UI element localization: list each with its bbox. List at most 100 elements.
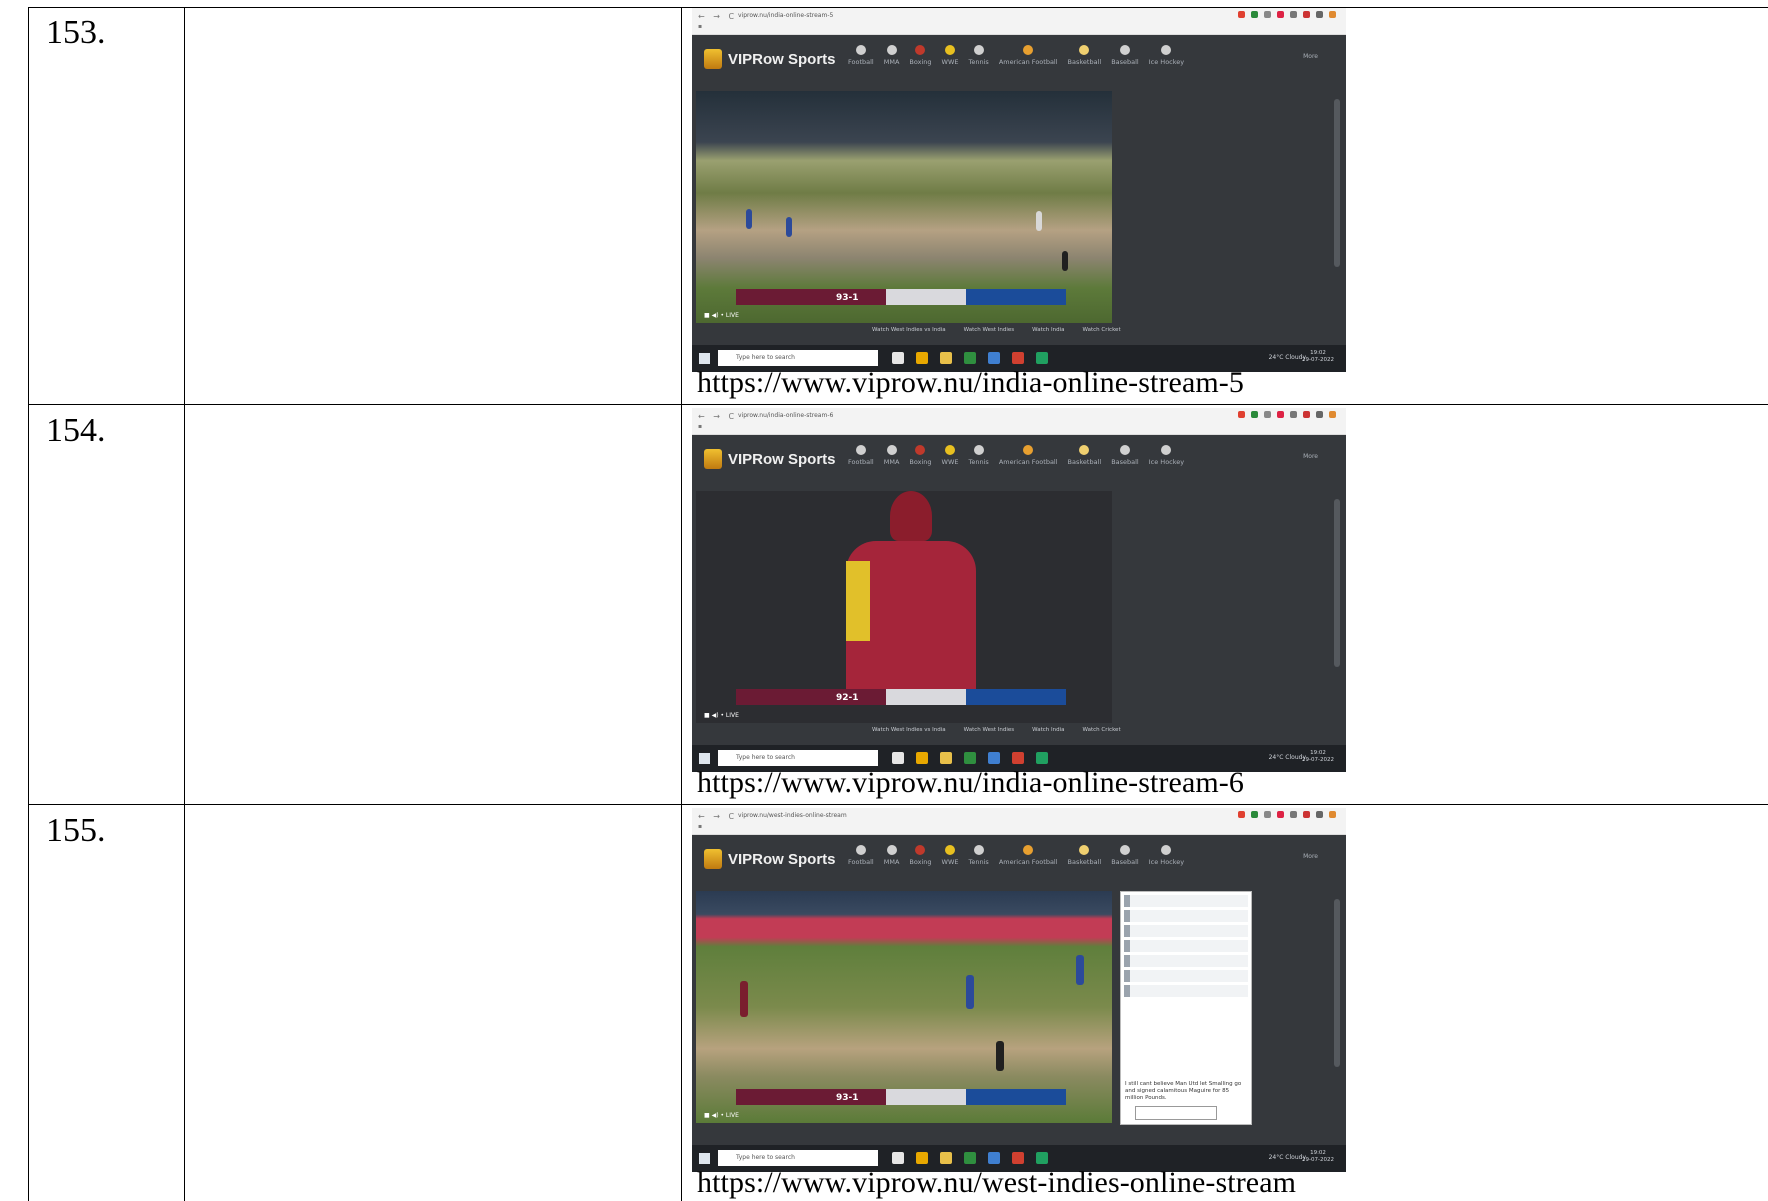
bottom-link[interactable]: Watch West Indies vs India — [872, 727, 946, 733]
fielder-figure — [966, 975, 974, 1009]
menu-item-american-football[interactable]: American Football — [999, 845, 1058, 866]
browser-chrome: ← → C viprow.nu/india-online-stream-6 ▪ — [692, 408, 1346, 435]
batter-figure — [1036, 211, 1042, 231]
menu-item-american-football[interactable]: American Football — [999, 45, 1058, 66]
taskbar-clock: 19:02 29-07-2022 — [1302, 750, 1334, 763]
site-logo-icon — [704, 49, 722, 69]
sport-menu: Football MMA Boxing WWE Tennis American … — [848, 45, 1184, 66]
start-icon[interactable] — [699, 1153, 710, 1164]
cricketer-figure — [846, 491, 976, 691]
taskbar-clock: 19:02 29-07-2022 — [1302, 350, 1334, 363]
menu-item-basketball[interactable]: Basketball — [1068, 45, 1101, 66]
sport-menu: Football MMA Boxing WWE Tennis American … — [848, 445, 1184, 466]
address-bar[interactable]: viprow.nu/west-indies-online-stream — [738, 812, 998, 821]
video-player[interactable]: 93-1 ■ ◀) • LIVE — [696, 891, 1112, 1123]
menu-item-tennis[interactable]: Tennis — [969, 45, 989, 66]
row-url[interactable]: https://www.viprow.nu/west-indies-online… — [697, 1166, 1296, 1200]
menu-item-baseball[interactable]: Baseball — [1111, 445, 1139, 466]
menu-item-ice-hockey[interactable]: Ice Hockey — [1149, 45, 1184, 66]
scrollbar[interactable] — [1334, 99, 1340, 267]
player-controls[interactable]: ■ ◀) • LIVE — [704, 712, 739, 719]
menu-item-basketball[interactable]: Basketball — [1068, 445, 1101, 466]
row-divider — [28, 404, 1768, 405]
player-controls[interactable]: ■ ◀) • LIVE — [704, 1112, 739, 1119]
website-viewport: VIPRow Sports Football MMA Boxing WWE Te… — [692, 835, 1346, 1145]
bottom-links: Watch West Indies vs India Watch West In… — [872, 327, 1121, 333]
address-bar[interactable]: viprow.nu/india-online-stream-5 — [738, 12, 998, 21]
menu-item-tennis[interactable]: Tennis — [969, 445, 989, 466]
menu-item-mma[interactable]: MMA — [884, 445, 899, 466]
menu-item-basketball[interactable]: Basketball — [1068, 845, 1101, 866]
menu-item-boxing[interactable]: Boxing — [909, 845, 932, 866]
menu-item-football[interactable]: Football — [848, 845, 874, 866]
taskbar-apps — [892, 752, 1048, 764]
row-url[interactable]: https://www.viprow.nu/india-online-strea… — [697, 766, 1244, 800]
player-controls[interactable]: ■ ◀) • LIVE — [704, 312, 739, 319]
score-value: 93-1 — [836, 1093, 859, 1103]
start-icon[interactable] — [699, 753, 710, 764]
bottom-link[interactable]: Watch India — [1032, 327, 1064, 333]
umpire-figure — [1062, 251, 1068, 271]
site-brand[interactable]: VIPRow Sports — [728, 51, 836, 68]
taskbar-apps — [892, 1152, 1048, 1164]
fielder-figure — [746, 209, 752, 229]
bottom-link[interactable]: Watch India — [1032, 727, 1064, 733]
chat-message — [1124, 910, 1248, 922]
menu-item-baseball[interactable]: Baseball — [1111, 845, 1139, 866]
menu-item-ice-hockey[interactable]: Ice Hockey — [1149, 445, 1184, 466]
taskbar-search[interactable]: Type here to search — [718, 1150, 878, 1166]
scrollbar[interactable] — [1334, 499, 1340, 667]
sport-menu: Football MMA Boxing WWE Tennis American … — [848, 845, 1184, 866]
menu-item-wwe[interactable]: WWE — [942, 45, 959, 66]
menu-item-baseball[interactable]: Baseball — [1111, 45, 1139, 66]
menu-item-wwe[interactable]: WWE — [942, 445, 959, 466]
menu-item-football[interactable]: Football — [848, 45, 874, 66]
score-value: 93-1 — [836, 293, 859, 303]
bottom-link[interactable]: Watch West Indies — [964, 727, 1015, 733]
site-brand[interactable]: VIPRow Sports — [728, 851, 836, 868]
more-menu[interactable]: More — [1303, 453, 1318, 460]
menu-item-ice-hockey[interactable]: Ice Hockey — [1149, 845, 1184, 866]
start-icon[interactable] — [699, 353, 710, 364]
menu-item-mma[interactable]: MMA — [884, 845, 899, 866]
screenshot-thumbnail: ← → C viprow.nu/india-online-stream-5 ▪ … — [692, 8, 1346, 372]
menu-item-tennis[interactable]: Tennis — [969, 845, 989, 866]
more-menu[interactable]: More — [1303, 53, 1318, 60]
row-url[interactable]: https://www.viprow.nu/india-online-strea… — [697, 366, 1244, 400]
weather-status: 24°C Cloudy — [1268, 1154, 1306, 1161]
row-number: 153. — [46, 14, 106, 51]
screenshot-thumbnail: ← → C viprow.nu/west-indies-online-strea… — [692, 808, 1346, 1172]
chat-input[interactable] — [1135, 1106, 1217, 1120]
browser-nav-icons: ← → C — [698, 412, 738, 421]
address-bar[interactable]: viprow.nu/india-online-stream-6 — [738, 412, 998, 421]
more-menu[interactable]: More — [1303, 853, 1318, 860]
menu-item-american-football[interactable]: American Football — [999, 445, 1058, 466]
menu-item-football[interactable]: Football — [848, 445, 874, 466]
chat-message — [1124, 895, 1248, 907]
scrollbar[interactable] — [1334, 899, 1340, 1067]
menu-item-mma[interactable]: MMA — [884, 45, 899, 66]
taskbar-search[interactable]: Type here to search — [718, 350, 878, 366]
screenshot-thumbnail: ← → C viprow.nu/india-online-stream-6 ▪ … — [692, 408, 1346, 772]
menu-item-boxing[interactable]: Boxing — [909, 45, 932, 66]
bottom-link[interactable]: Watch West Indies — [964, 327, 1015, 333]
chat-message — [1124, 940, 1248, 952]
site-brand[interactable]: VIPRow Sports — [728, 451, 836, 468]
bottom-link[interactable]: Watch West Indies vs India — [872, 327, 946, 333]
bottom-link[interactable]: Watch Cricket — [1083, 327, 1121, 333]
taskbar-search[interactable]: Type here to search — [718, 750, 878, 766]
video-player[interactable]: 92-1 ■ ◀) • LIVE — [696, 491, 1112, 723]
bookmarks-bar: ▪ — [698, 423, 703, 430]
row-number: 155. — [46, 812, 106, 849]
bottom-link[interactable]: Watch Cricket — [1083, 727, 1121, 733]
fielder-figure — [1076, 955, 1084, 985]
weather-status: 24°C Cloudy — [1268, 754, 1306, 761]
chat-panel: I still cant believe Man Utd let Smallin… — [1120, 891, 1252, 1125]
umpire-figure — [996, 1041, 1004, 1071]
column-divider — [184, 7, 185, 1201]
batter-figure — [740, 981, 748, 1017]
menu-item-boxing[interactable]: Boxing — [909, 445, 932, 466]
menu-item-wwe[interactable]: WWE — [942, 845, 959, 866]
video-player[interactable]: 93-1 ■ ◀) • LIVE — [696, 91, 1112, 323]
column-divider — [681, 7, 682, 1201]
